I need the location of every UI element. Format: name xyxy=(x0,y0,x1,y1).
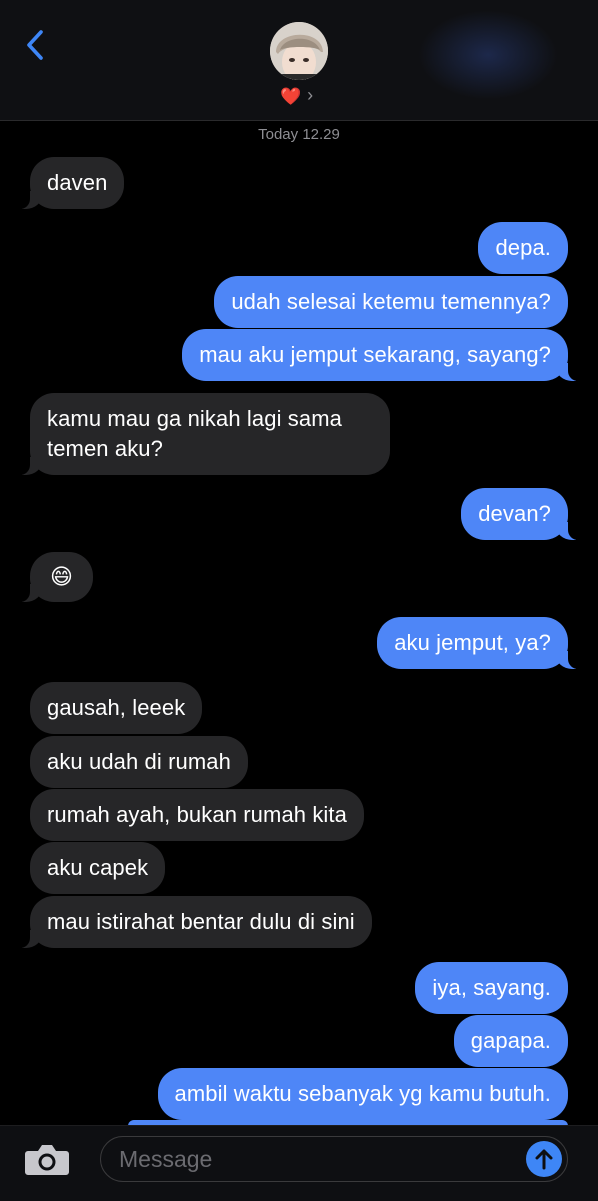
chevron-right-icon: › xyxy=(307,85,314,105)
message-text: daven xyxy=(47,170,108,195)
message-text: ambil waktu sebanyak yg kamu butuh. xyxy=(174,1081,551,1106)
message-bubble-incoming[interactable]: kamu mau ga nikah lagi sama temen aku? xyxy=(10,393,390,475)
message-text: mau aku jemput sekarang, sayang? xyxy=(199,342,551,367)
contact-name-button[interactable]: ❤️ › xyxy=(280,86,313,106)
message-text: gausah, leeek xyxy=(47,695,186,720)
message-bubble-outgoing[interactable]: udah selesai ketemu temennya? xyxy=(214,276,568,328)
message-text: aku jemput, ya? xyxy=(394,630,551,655)
message-bubble-incoming[interactable]: aku capek xyxy=(30,842,166,894)
arrow-up-icon xyxy=(535,1149,553,1170)
camera-icon xyxy=(25,1145,69,1175)
composer-bar xyxy=(0,1125,598,1201)
back-button[interactable] xyxy=(18,28,52,62)
message-text: aku udah di rumah xyxy=(47,749,231,774)
message-bubble-outgoing[interactable]: devan? xyxy=(461,488,588,540)
message-text: gapapa. xyxy=(470,1028,551,1053)
message-bubble-outgoing[interactable]: gapapa. xyxy=(453,1015,568,1067)
message-input[interactable] xyxy=(100,1136,568,1182)
message-text: mau istirahat bentar dulu di sini xyxy=(47,909,355,934)
message-bubble-incoming[interactable]: 😄 xyxy=(9,552,94,602)
camera-button[interactable] xyxy=(24,1142,70,1176)
message-bubble-outgoing[interactable]: mau aku jemput sekarang, sayang? xyxy=(182,329,588,381)
message-text: aku capek xyxy=(47,855,149,880)
message-text: depa. xyxy=(495,235,551,260)
message-bubble-incoming[interactable]: aku udah di rumah xyxy=(30,736,248,788)
header-blur-decoration xyxy=(418,10,558,100)
message-text: kamu mau ga nikah lagi sama temen aku? xyxy=(47,406,342,461)
send-button[interactable] xyxy=(526,1141,562,1177)
message-bubble-outgoing[interactable]: ambil waktu sebanyak yg kamu butuh. xyxy=(157,1068,568,1120)
message-text: udah selesai ketemu temennya? xyxy=(231,289,551,314)
message-bubble-outgoing[interactable]: iya, sayang. xyxy=(415,962,568,1014)
chevron-left-icon xyxy=(27,30,43,60)
message-bubble-outgoing[interactable]: depa. xyxy=(478,222,568,274)
message-text: iya, sayang. xyxy=(432,975,551,1000)
message-bubble-outgoing[interactable]: aku jemput, ya? xyxy=(377,617,588,669)
message-bubble-incoming[interactable]: gausah, leeek xyxy=(30,682,203,734)
message-text: rumah ayah, bukan rumah kita xyxy=(47,802,347,827)
message-bubble-incoming[interactable]: daven xyxy=(9,157,125,209)
contact-avatar[interactable] xyxy=(270,22,328,80)
heart-emoji: ❤️ xyxy=(280,86,302,106)
message-bubble-incoming[interactable]: rumah ayah, bukan rumah kita xyxy=(30,789,364,841)
message-bubble-incoming[interactable]: mau istirahat bentar dulu di sini xyxy=(10,896,372,948)
emoji-message: 😄 xyxy=(50,564,74,589)
message-timestamp: Today 12.29 xyxy=(258,126,340,143)
message-text: devan? xyxy=(478,501,551,526)
avatar-photo xyxy=(270,22,328,80)
conversation-header: ❤️ › xyxy=(0,0,598,121)
